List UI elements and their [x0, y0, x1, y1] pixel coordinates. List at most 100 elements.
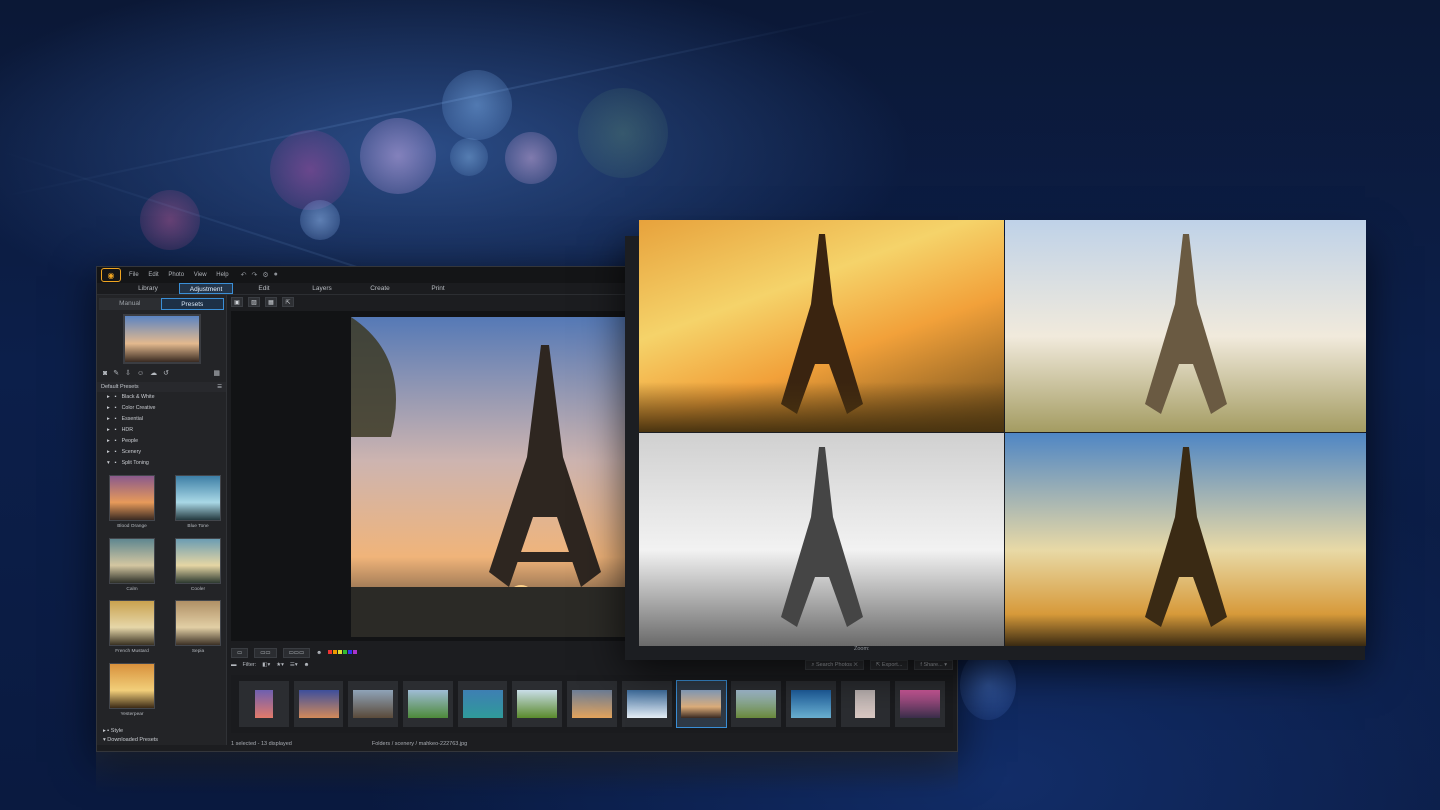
redo-icon[interactable]: ↷ [252, 271, 258, 279]
preset-thumb[interactable]: Blue Tone [171, 475, 225, 534]
bokeh-light [442, 70, 512, 140]
compare-photo-golden [1005, 433, 1366, 646]
tree-item[interactable]: ▸ ▪ Essential [107, 414, 226, 425]
filmstrip-thumb[interactable] [621, 681, 672, 727]
compare-photo-soft [1005, 220, 1366, 432]
search-photos-button[interactable]: ⌕ Search Photos ✕ [805, 660, 864, 670]
filmstrip-thumb[interactable] [840, 681, 891, 727]
filmstrip-thumb[interactable] [567, 681, 617, 727]
tab-manual[interactable]: Manual [99, 298, 161, 310]
section-menu-icon[interactable]: ☰ [217, 384, 222, 390]
filmstrip-thumb[interactable] [512, 681, 563, 727]
settings-icon[interactable]: ⚙ [262, 271, 268, 279]
filmstrip-thumb[interactable] [731, 681, 781, 727]
file-path: Folders / scenery / mahkeo-222763.jpg [371, 741, 468, 747]
preset-thumb[interactable]: Cooler [171, 537, 225, 597]
tab-edit[interactable]: Edit [237, 283, 291, 294]
tree-item[interactable]: ▸ ▪ HDR [107, 425, 226, 436]
filmstrip-thumb[interactable] [403, 681, 453, 727]
tab-create[interactable]: Create [353, 283, 407, 294]
preset-preview [122, 314, 201, 364]
bokeh-light [270, 130, 350, 210]
tab-layers[interactable]: Layers [295, 283, 349, 294]
bokeh-light [960, 650, 1016, 720]
window-reflection [96, 752, 958, 792]
menu-bar: File Edit Photo View Help [125, 272, 233, 278]
status-bar: 1 selected - 13 displayed Folders / scen… [231, 741, 953, 747]
person-icon[interactable]: ☻ [316, 650, 322, 656]
camera-icon[interactable]: ◙ [103, 370, 107, 377]
selection-status: 1 selected - 13 displayed [231, 741, 292, 747]
bokeh-light [360, 118, 436, 194]
camera-logo-icon: ◉ [101, 268, 121, 282]
undo-icon[interactable]: ↶ [241, 271, 247, 279]
viewer-toolbar: ▣ ▨ ▦ ⇱ [231, 297, 294, 307]
bokeh-light [578, 88, 668, 178]
preset-thumb[interactable]: French Mustard [105, 600, 159, 659]
tree-item[interactable]: ▸ ▪ Scenery [107, 447, 226, 458]
tab-print[interactable]: Print [411, 283, 465, 294]
tab-presets[interactable]: Presets [160, 298, 224, 310]
presets-panel: Manual Presets ◙ ✎ ⇩ ☺ ☁ ↺ ▦ Default Pre… [97, 295, 227, 745]
compare-photo-bw [639, 433, 1004, 646]
tree-item-downloaded[interactable]: ▾ Downloaded Presets [103, 736, 226, 745]
filmstrip-icon[interactable]: ▬ [231, 662, 237, 668]
bokeh-light [300, 200, 340, 240]
menu-edit[interactable]: Edit [148, 272, 158, 278]
tree-item[interactable]: ▸ ▪ Black & White [107, 392, 226, 403]
preset-thumb[interactable]: Sepia [171, 600, 225, 659]
preset-thumb[interactable]: Blood Orange [105, 475, 159, 534]
filmstrip-thumb[interactable] [895, 681, 945, 727]
tab-library[interactable]: Library [121, 283, 175, 294]
multi-view-button[interactable]: ▭▭▭ [282, 648, 311, 658]
tree-item[interactable]: ▸ ▪ People [107, 436, 226, 447]
filmstrip-thumb[interactable] [348, 681, 399, 727]
compare-photo-warm [639, 220, 1004, 432]
preset-grid: Blood Orange Blue Tone Calm Cooler Frenc… [97, 469, 226, 721]
sort-dropdown[interactable]: ☰▾ [290, 662, 298, 668]
comparison-panel [625, 220, 1366, 660]
person-filter-icon[interactable]: ☻ [304, 662, 310, 668]
section-title: Default Presets [101, 384, 139, 390]
share-button[interactable]: f Share... ▾ [914, 660, 953, 670]
brush-icon[interactable]: ✎ [113, 369, 119, 377]
filmstrip-thumb[interactable] [239, 681, 289, 727]
filmstrip-thumb[interactable] [293, 681, 344, 727]
tree-item[interactable]: ▸ ▪ Color Creative [107, 403, 226, 414]
filter-type-dropdown[interactable]: ◧▾ [262, 662, 270, 668]
zoom-control[interactable]: Zoom: [854, 646, 870, 652]
reset-icon[interactable]: ↺ [163, 369, 169, 377]
people-icon[interactable]: ☺ [137, 370, 144, 377]
color-labels[interactable] [328, 650, 358, 656]
menu-file[interactable]: File [129, 272, 139, 278]
bokeh-light [140, 190, 200, 250]
compare-icon[interactable]: ▣ [231, 297, 243, 307]
grid-icon[interactable]: ▦ [265, 297, 277, 307]
grid-view-icon[interactable]: ▦ [213, 369, 220, 377]
export-button[interactable]: ⇱ Export... [869, 660, 909, 670]
preset-thumb[interactable]: Yesterpear [105, 662, 159, 722]
compare-view-button[interactable]: ▭▭ [254, 648, 277, 658]
section-header[interactable]: Default Presets ☰ [97, 382, 226, 392]
preset-thumb[interactable]: Calm [105, 537, 159, 597]
export-icon[interactable]: ⇱ [282, 297, 294, 307]
tab-adjustment[interactable]: Adjustment [179, 283, 233, 294]
filmstrip-thumb[interactable] [457, 681, 508, 727]
light-beam [0, 8, 881, 198]
filmstrip-thumb[interactable] [785, 681, 836, 727]
tree-item-style[interactable]: ▸ ▪ Style [103, 727, 226, 736]
menu-help[interactable]: Help [216, 272, 228, 278]
import-icon[interactable]: ⇩ [125, 369, 131, 377]
filmstrip-thumb-selected[interactable] [675, 680, 728, 728]
filter-label: Filter: [242, 662, 257, 668]
cloud-icon[interactable]: ☁ [150, 369, 157, 377]
filmstrip [231, 675, 953, 733]
menu-photo[interactable]: Photo [168, 272, 184, 278]
info-icon[interactable]: ● [274, 271, 278, 279]
menu-view[interactable]: View [194, 272, 207, 278]
single-view-button[interactable]: ▭ [231, 648, 249, 658]
preset-tree: ▸ ▪ Black & White ▸ ▪ Color Creative ▸ ▪ Essen… [97, 392, 226, 469]
image-icon[interactable]: ▨ [248, 297, 260, 307]
tree-item[interactable]: ▾ ▪ Split Toning [107, 458, 226, 469]
filter-rating-dropdown[interactable]: ★▾ [276, 662, 284, 668]
